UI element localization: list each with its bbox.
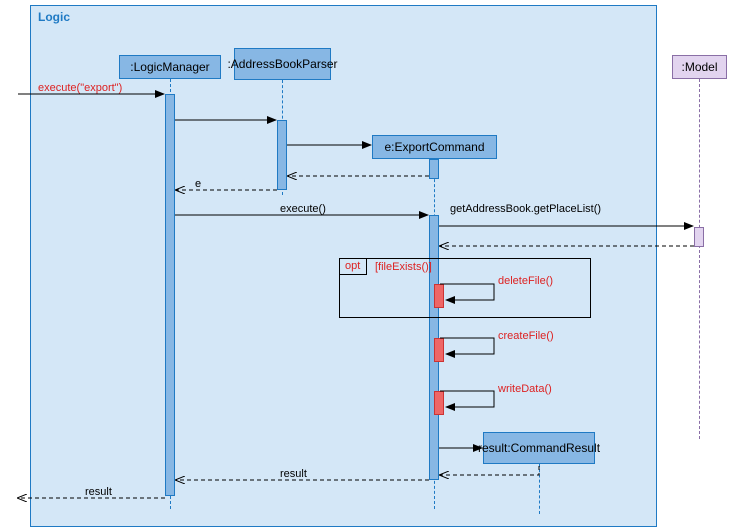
execute-msg: execute() <box>280 203 326 215</box>
model-lifeline <box>699 79 700 439</box>
delete-file-msg: deleteFile() <box>498 275 553 287</box>
execute-export-msg: execute("export") <box>38 82 122 94</box>
logic-manager-box: :LogicManager <box>119 55 221 79</box>
logic-frame-label: Logic <box>38 10 70 24</box>
write-data-msg: writeData() <box>498 383 552 395</box>
write-data-activation <box>434 391 444 415</box>
parser-box: :AddressBookParser <box>234 48 331 80</box>
model-activation <box>694 227 704 247</box>
cmd-result-box: result:CommandResult <box>483 432 595 464</box>
file-exists-msg: [fileExists()] <box>375 261 432 273</box>
logic-manager-activation <box>165 94 175 496</box>
return-result-msg: result <box>280 468 307 480</box>
return-result2-msg: result <box>85 486 112 498</box>
parser-activation <box>277 120 287 190</box>
opt-label: opt <box>339 258 367 275</box>
return-e-msg: e <box>195 178 201 190</box>
create-file-activation <box>434 338 444 362</box>
get-place-list-msg: getAddressBook.getPlaceList() <box>450 203 601 215</box>
export-cmd-box: e:ExportCommand <box>372 135 497 159</box>
model-box: :Model <box>672 55 727 79</box>
export-cmd-activation-1 <box>429 159 439 179</box>
create-file-msg: createFile() <box>498 330 554 342</box>
cmd-result-lifeline <box>539 464 540 514</box>
